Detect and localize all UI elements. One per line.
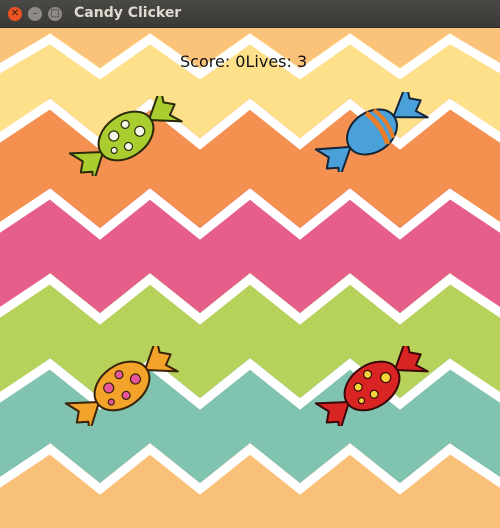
lives-value: 3 bbox=[296, 52, 308, 71]
score-value: 0 bbox=[235, 52, 246, 71]
minimize-icon: – bbox=[32, 8, 38, 19]
game-canvas[interactable]: Score: 0Lives: 3 bbox=[0, 28, 500, 528]
candy-blue[interactable] bbox=[312, 92, 432, 172]
minimize-window-button[interactable]: – bbox=[28, 7, 42, 21]
app-window: ✕ – □ Candy Clicker Score: 0Lives: 3 bbox=[0, 0, 500, 528]
maximize-icon: □ bbox=[50, 8, 60, 19]
maximize-window-button[interactable]: □ bbox=[48, 7, 62, 21]
candy-lime[interactable] bbox=[66, 96, 186, 176]
window-title: Candy Clicker bbox=[74, 5, 182, 21]
score-lives-display: Score: 0Lives: 3 bbox=[180, 52, 307, 71]
close-window-button[interactable]: ✕ bbox=[8, 7, 22, 21]
score-label: Score: bbox=[180, 52, 236, 71]
title-bar: ✕ – □ Candy Clicker bbox=[0, 0, 500, 28]
candy-red[interactable] bbox=[312, 346, 432, 426]
close-icon: ✕ bbox=[10, 8, 20, 19]
lives-label: Lives: bbox=[245, 52, 297, 71]
candy-orange[interactable] bbox=[62, 346, 182, 426]
